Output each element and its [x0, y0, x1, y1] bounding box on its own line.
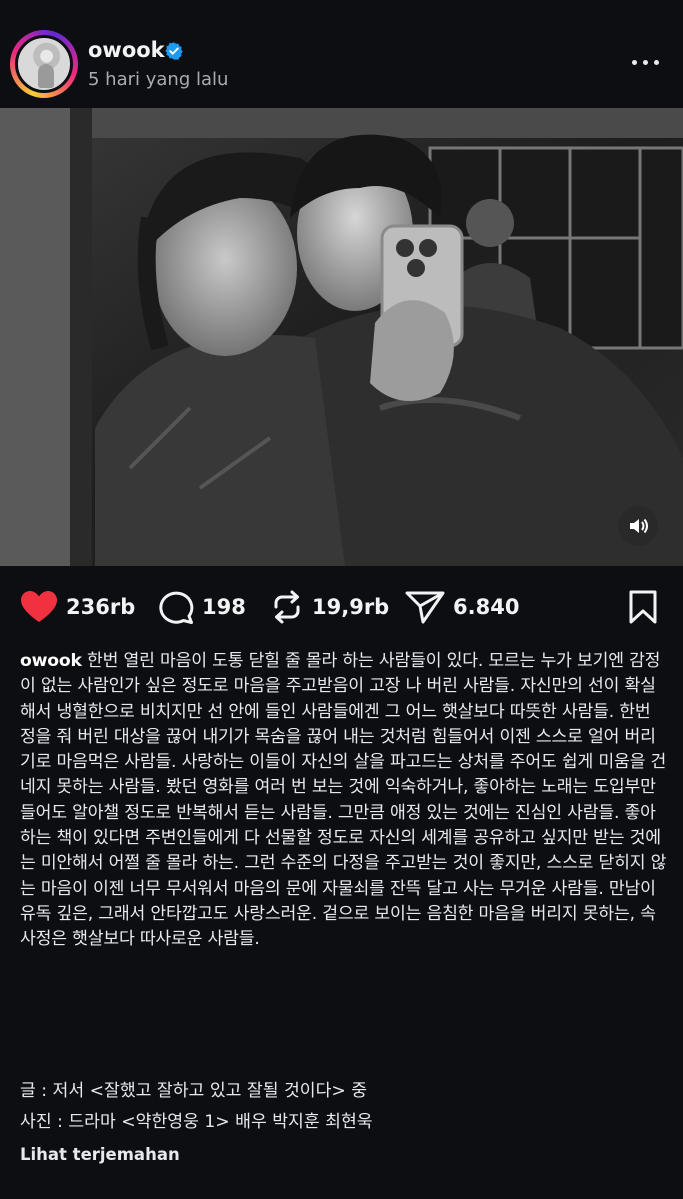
save-button[interactable] — [629, 590, 657, 624]
more-options-icon[interactable] — [630, 50, 662, 74]
verified-badge-icon — [165, 42, 183, 60]
caption-credit-text: 글 : 저서 <잘했고 잘하고 있고 잘될 것이다> 중 — [20, 1081, 368, 1101]
paper-plane-icon — [405, 591, 445, 624]
bookmark-icon — [629, 590, 657, 624]
caption-credit-photo: 사진 : 드라마 <약한영웅 1> 배우 박지훈 최현욱 — [20, 1112, 373, 1132]
speaker-icon — [630, 518, 648, 534]
repost-arrows-icon — [274, 590, 300, 624]
sound-toggle-button[interactable] — [618, 506, 658, 546]
action-bar: 236rb 198 19,9rb 6.840 — [0, 580, 683, 636]
speech-bubble-icon — [159, 591, 194, 624]
username[interactable]: owook — [88, 38, 165, 62]
avatar[interactable] — [15, 35, 73, 93]
caption-username[interactable]: owook — [20, 651, 82, 671]
avatar-story-ring[interactable] — [10, 30, 78, 98]
like-count: 236rb — [66, 595, 136, 619]
caption-text: 한번 열린 마음이 도통 닫힐 줄 몰라 하는 사람들이 있다. 모르는 누가 … — [20, 651, 667, 950]
comment-count: 198 — [202, 595, 246, 619]
post-photo[interactable] — [0, 108, 683, 566]
comment-button[interactable]: 198 — [158, 590, 246, 624]
post-caption: owook 한번 열린 마음이 도통 닫힐 줄 몰라 하는 사람들이 있다. 모… — [20, 649, 668, 953]
heart-filled-icon — [21, 591, 57, 622]
post-header: owook 5 hari yang lalu — [0, 0, 683, 108]
share-count: 6.840 — [453, 595, 520, 619]
see-translation-link[interactable]: Lihat terjemahan — [20, 1145, 180, 1164]
mirror-selfie-image — [0, 108, 683, 566]
repost-count: 19,9rb — [312, 595, 390, 619]
like-button[interactable]: 236rb — [20, 590, 135, 624]
post-timestamp: 5 hari yang lalu — [88, 69, 229, 90]
share-button[interactable]: 6.840 — [405, 590, 519, 624]
repost-button[interactable]: 19,9rb — [270, 590, 389, 624]
